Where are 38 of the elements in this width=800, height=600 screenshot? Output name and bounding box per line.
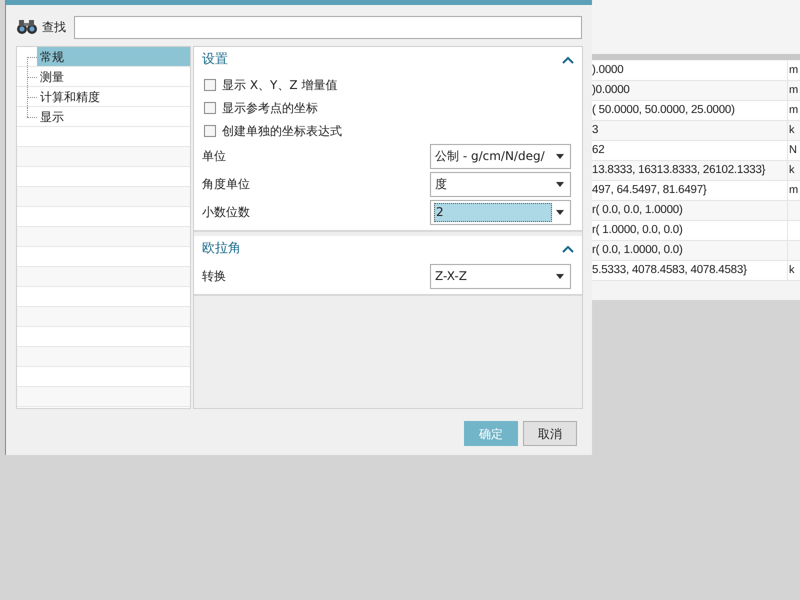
table-cell-text: m xyxy=(788,63,800,78)
dropdown-arrow-icon xyxy=(556,210,564,214)
checkbox-label: 显示参考点的坐标 xyxy=(222,100,318,116)
dropdown[interactable]: 公制 - g/cm/N/deg/ xyxy=(430,144,571,168)
table-cell-text: k xyxy=(788,123,796,138)
search-field[interactable] xyxy=(74,16,582,38)
cancel-button[interactable]: 取消 xyxy=(523,421,577,446)
collapse-caret-icon[interactable] xyxy=(562,56,574,64)
binoculars-icon xyxy=(16,19,38,35)
field-label: 小数位数 xyxy=(202,204,250,221)
table-cell-text: m xyxy=(788,183,800,198)
section-title: 欧拉角 xyxy=(202,240,241,258)
checkbox[interactable] xyxy=(204,78,216,90)
field-label: 单位 xyxy=(202,148,226,165)
tree-item[interactable]: 显示 xyxy=(37,107,190,126)
dropdown-arrow-icon xyxy=(556,154,564,158)
dropdown[interactable]: 度 xyxy=(430,172,571,196)
checkbox[interactable] xyxy=(204,102,216,114)
table-cell-text: N xyxy=(788,143,798,158)
search-label: 查找 xyxy=(42,19,66,36)
collapse-caret-icon[interactable] xyxy=(562,245,574,253)
dropdown[interactable]: Z-X-Z xyxy=(430,264,571,288)
checkbox-label: 显示 X、Y、Z 增量值 xyxy=(222,76,338,94)
table-cell-text: m xyxy=(788,103,800,118)
tree-item[interactable]: 常规 xyxy=(37,47,190,66)
field-label: 角度单位 xyxy=(202,176,250,193)
section-title: 设置 xyxy=(202,51,228,70)
table-cell-text: k xyxy=(788,263,796,278)
dropdown[interactable]: 2 xyxy=(430,200,571,224)
dropdown-arrow-icon xyxy=(556,274,564,278)
checkbox-label: 创建单独的坐标表达式 xyxy=(222,122,342,140)
table-cell-text: m xyxy=(788,83,800,98)
tree-item[interactable]: 计算和精度 xyxy=(37,87,190,106)
table-cell-text: k xyxy=(788,163,796,178)
checkbox[interactable] xyxy=(204,124,216,136)
field-label: 转换 xyxy=(202,268,226,285)
tree-item[interactable]: 测量 xyxy=(37,67,190,86)
dropdown-arrow-icon xyxy=(556,182,564,186)
